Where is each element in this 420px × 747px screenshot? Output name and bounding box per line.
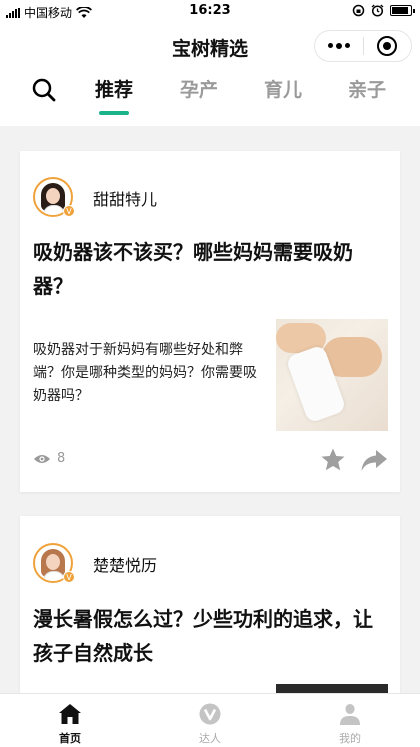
status-right	[352, 4, 415, 17]
view-count-value: 8	[57, 451, 66, 466]
status-bar: 中国移动 16:23	[0, 0, 420, 24]
category-tabs: 推荐 孕产 育儿 亲子	[0, 68, 420, 126]
more-options-icon[interactable]	[315, 43, 363, 49]
tab-pregnancy[interactable]: 孕产	[169, 75, 229, 102]
author-name[interactable]: 楚楚悦历	[93, 552, 157, 576]
tab-recommend[interactable]: 推荐	[84, 75, 144, 102]
close-miniprogram-button[interactable]	[363, 36, 411, 56]
tab-family[interactable]: 亲子	[337, 75, 397, 102]
person-icon	[340, 704, 360, 725]
star-icon[interactable]	[320, 447, 346, 473]
verified-badge-icon: V	[63, 571, 75, 583]
share-icon[interactable]	[360, 447, 388, 473]
bottom-tab-label: 我的	[339, 732, 361, 745]
bottom-tab-profile[interactable]: 我的	[280, 694, 420, 747]
article-title[interactable]: 吸奶器该不该买？哪些妈妈需要吸奶器？	[33, 235, 388, 303]
bottom-tab-experts[interactable]: 达人	[140, 694, 280, 747]
view-count: 8	[33, 451, 65, 466]
alarm-icon	[371, 4, 384, 17]
home-icon	[59, 704, 81, 724]
active-tab-indicator	[99, 111, 129, 115]
bottom-tab-home[interactable]: 首页	[0, 694, 140, 747]
bottom-tab-label: 首页	[59, 732, 81, 745]
bottom-tab-label: 达人	[199, 732, 221, 745]
tab-parenting[interactable]: 育儿	[253, 75, 313, 102]
article-card[interactable]: V 楚楚悦历 漫长暑假怎么过？少些功利的追求，让孩子自然成长	[20, 516, 400, 716]
miniprogram-capsule	[314, 30, 412, 62]
rotation-lock-icon	[352, 4, 365, 17]
verified-badge-icon: V	[63, 205, 75, 217]
article-card[interactable]: V 甜甜特儿 吸奶器该不该买？哪些妈妈需要吸奶器？ 吸奶器对于新妈妈有哪些好处和…	[20, 151, 400, 492]
v-badge-icon	[199, 703, 221, 725]
author-name[interactable]: 甜甜特儿	[93, 186, 157, 210]
eye-icon	[34, 454, 50, 463]
article-thumbnail[interactable]	[276, 319, 388, 431]
battery-icon	[390, 5, 415, 16]
search-icon[interactable]	[30, 76, 58, 104]
article-title[interactable]: 漫长暑假怎么过？少些功利的追求，让孩子自然成长	[33, 602, 388, 670]
article-excerpt: 吸奶器对于新妈妈有哪些好处和弊端？你是哪种类型的妈妈？你需要吸奶器吗？	[33, 342, 257, 404]
nav-bar: 宝树精选	[0, 24, 420, 68]
bottom-nav: 首页 达人 我的	[0, 693, 420, 747]
target-icon	[377, 36, 398, 56]
